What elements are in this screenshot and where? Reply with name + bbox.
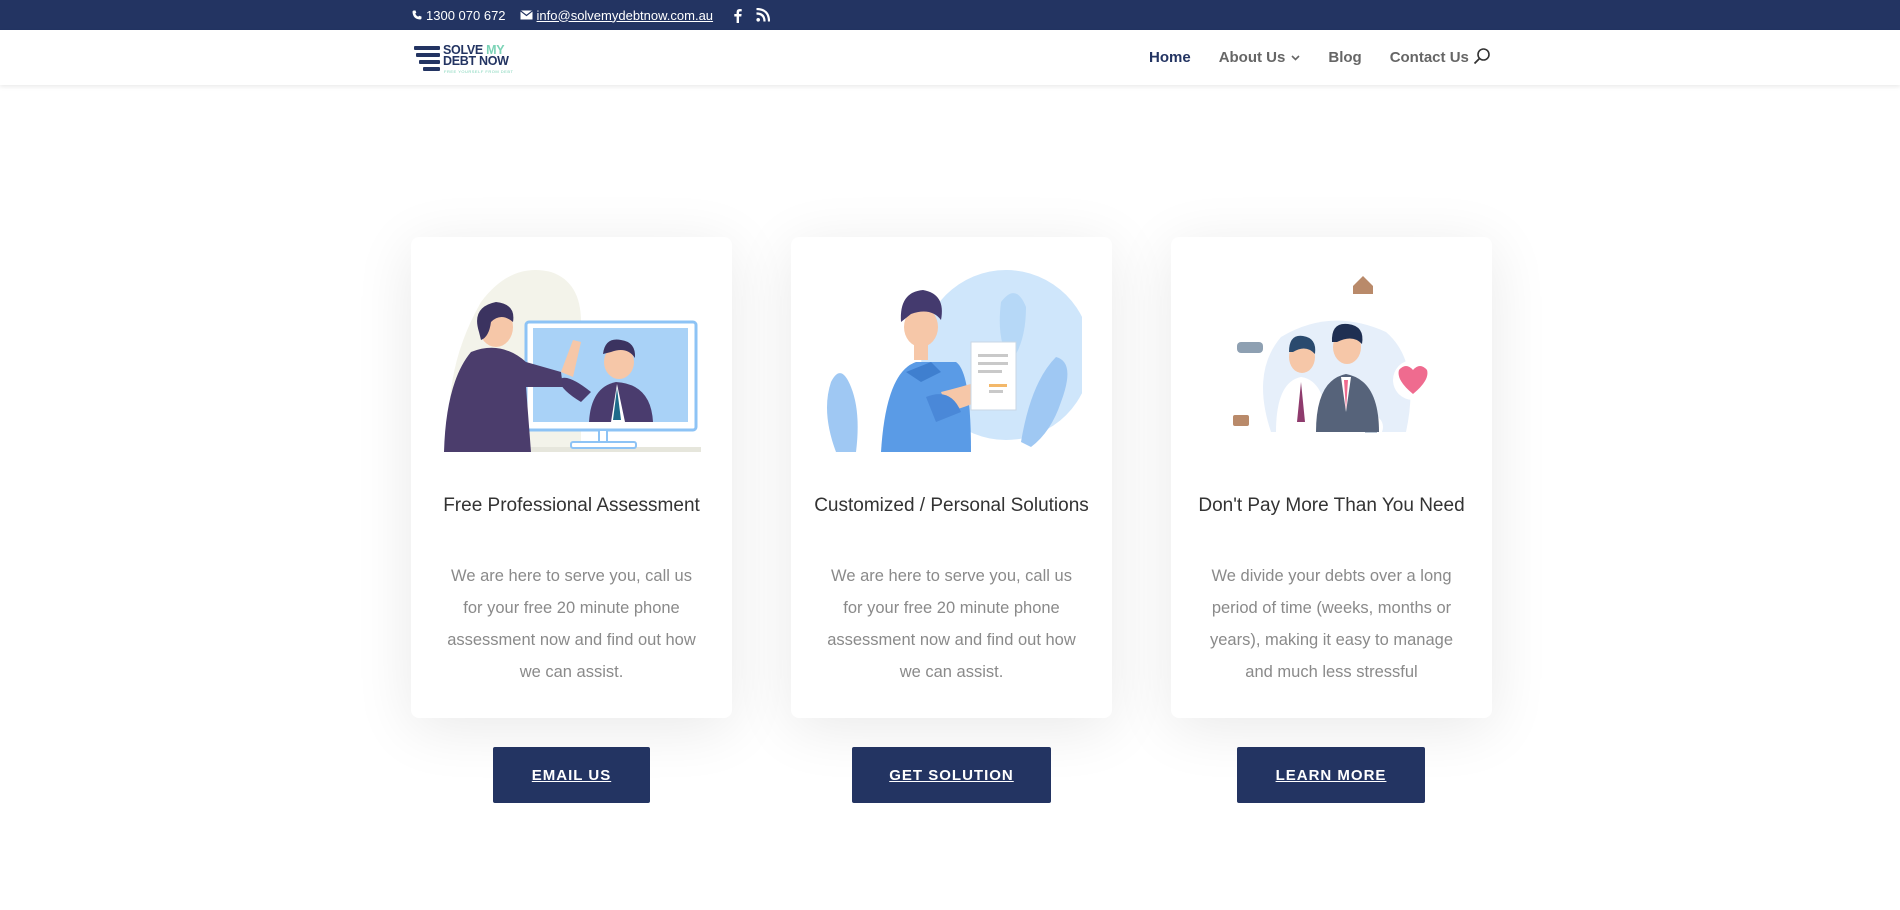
rss-icon — [756, 8, 771, 22]
card-description: We divide your debts over a long period … — [1209, 567, 1454, 681]
email-us-button[interactable]: EMAIL US — [493, 747, 650, 803]
rss-link[interactable] — [756, 8, 771, 22]
logo-mark-icon — [414, 46, 440, 71]
feature-card-solutions: Customized / Personal Solutions We are h… — [791, 237, 1112, 718]
logo-wordmark: SOLVE MY DEBT NOW — [443, 44, 509, 68]
video-call-illustration — [444, 270, 701, 452]
top-bar-contacts: 1300 070 672 info@solvemydebtnow.com.au — [412, 0, 771, 30]
email-link[interactable]: info@solvemydebtnow.com.au — [519, 7, 714, 23]
facebook-icon — [734, 8, 742, 23]
card-title: Customized / Personal Solutions — [814, 495, 1089, 516]
top-bar: 1300 070 672 info@solvemydebtnow.com.au — [0, 0, 1900, 30]
phone-link[interactable]: 1300 070 672 — [412, 8, 506, 23]
nav-item-label: Blog — [1328, 49, 1362, 66]
phone-icon — [412, 10, 422, 20]
nav-item-label: About Us — [1218, 49, 1286, 66]
email-address: info@solvemydebtnow.com.au — [536, 7, 714, 23]
card-description: We are here to serve you, call us for yo… — [447, 567, 696, 681]
feature-card-pay-less: Don't Pay More Than You Need We divide y… — [1171, 237, 1492, 718]
facebook-link[interactable] — [733, 8, 742, 23]
main-nav: Home About Us Blog Contact Us — [1149, 30, 1469, 85]
logo-tagline: FREE YOURSELF FROM DEBT — [444, 69, 514, 74]
logo-word-debt-now: DEBT NOW — [443, 54, 509, 68]
card-title: Don't Pay More Than You Need — [1198, 495, 1465, 516]
phone-number: 1300 070 672 — [426, 7, 506, 23]
get-solution-button[interactable]: GET SOLUTION — [852, 747, 1051, 803]
nav-item-label: Home — [1149, 49, 1191, 66]
chevron-down-icon — [1291, 54, 1300, 61]
card-description: We are here to serve you, call us for yo… — [827, 567, 1076, 681]
envelope-icon — [519, 10, 533, 20]
search-icon — [1473, 48, 1490, 65]
document-review-illustration — [827, 270, 1082, 452]
nav-item-contact-us[interactable]: Contact Us — [1390, 49, 1469, 66]
nav-item-label: Contact Us — [1389, 49, 1469, 66]
nav-item-about-us[interactable]: About Us — [1219, 49, 1301, 66]
feature-card-assessment: Free Professional Assessment We are here… — [411, 237, 732, 718]
nav-item-blog[interactable]: Blog — [1328, 49, 1361, 66]
learn-more-button[interactable]: LEARN MORE — [1237, 747, 1425, 803]
nav-item-home[interactable]: Home — [1149, 49, 1191, 66]
site-logo[interactable]: SOLVE MY DEBT NOW FREE YOURSELF FROM DEB… — [414, 43, 522, 74]
search-button[interactable] — [1472, 47, 1492, 67]
main-header: SOLVE MY DEBT NOW FREE YOURSELF FROM DEB… — [0, 30, 1900, 85]
financial-advisors-illustration — [1231, 270, 1433, 439]
card-title: Free Professional Assessment — [443, 495, 700, 516]
